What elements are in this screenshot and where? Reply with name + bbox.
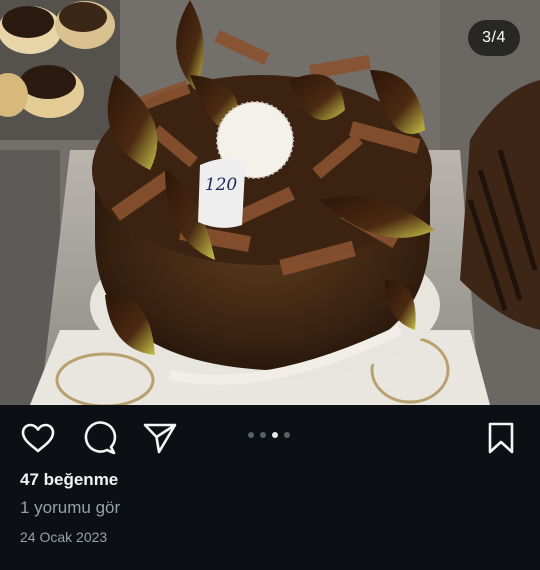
post-date: 24 Ocak 2023 [20,529,108,545]
cake-photo: 120 [0,0,540,405]
send-icon [143,423,177,454]
comment-icon [84,421,117,455]
carousel-dot-active [272,432,278,438]
bookmark-icon [488,422,514,454]
view-comments-link[interactable]: 1 yorumu gör [20,498,120,518]
likes-count[interactable]: 47 beğenme [20,470,118,490]
carousel-dot [248,432,254,438]
comment-button[interactable] [83,421,117,455]
like-button[interactable] [21,421,55,455]
post-photo[interactable]: 120 3/4 [0,0,540,405]
instagram-post: 120 3/4 47 beğenme 1 yorumu gör 24 Ocak … [0,0,540,570]
carousel-counter: 3/4 [468,20,520,56]
carousel-dot [284,432,290,438]
share-button[interactable] [143,421,177,455]
carousel-dot [260,432,266,438]
price-tag-text: 120 [205,175,238,195]
carousel-dots [248,432,290,438]
save-button[interactable] [484,421,518,455]
heart-icon [21,423,55,453]
